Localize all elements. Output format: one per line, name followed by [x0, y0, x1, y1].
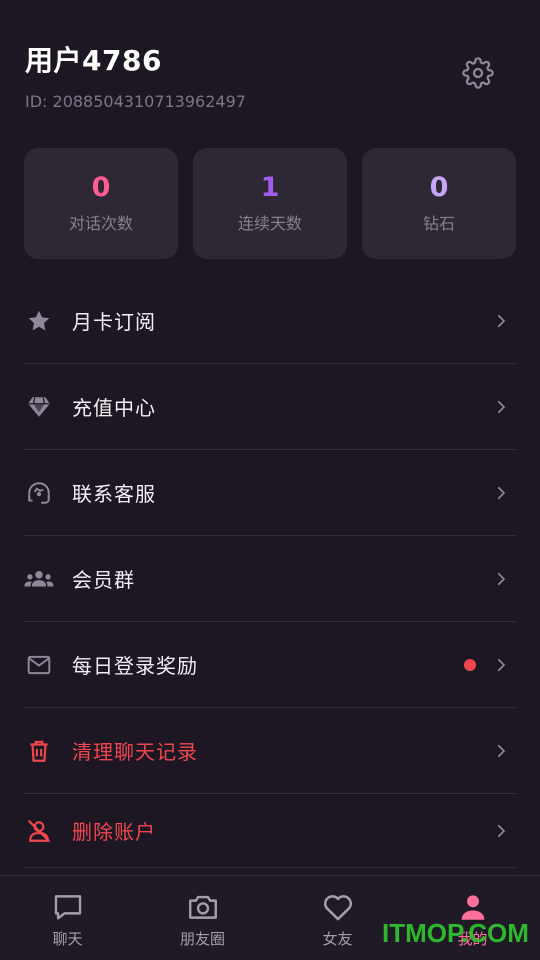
stat-value: 1 — [260, 172, 280, 203]
tab-chat[interactable]: 聊天 — [0, 876, 135, 960]
notification-dot — [464, 658, 476, 671]
menu-list: 月卡订阅 充值中心 联系客服 会员群 每日登录奖励 清理聊天记录 删除账户 — [24, 278, 516, 868]
chevron-right-icon — [497, 486, 506, 499]
settings-button[interactable] — [461, 56, 495, 90]
menu-item-member-group[interactable]: 会员群 — [24, 536, 516, 622]
chevron-right-icon — [497, 744, 506, 757]
chevron-right-icon — [497, 658, 506, 671]
camera-icon — [185, 889, 221, 925]
stat-value: 0 — [429, 172, 449, 203]
tab-moments[interactable]: 朋友圈 — [135, 876, 270, 960]
headset-icon — [24, 478, 54, 508]
chevron-right-icon — [497, 824, 506, 837]
user-id: ID: 2088504310713962497 — [25, 92, 246, 111]
menu-label: 月卡订阅 — [72, 310, 156, 334]
menu-label: 删除账户 — [72, 820, 156, 844]
menu-item-delete-account[interactable]: 删除账户 — [24, 794, 516, 868]
stat-card-chats: 0 对话次数 — [24, 148, 178, 259]
tab-label: 聊天 — [52, 930, 83, 948]
menu-label: 每日登录奖励 — [72, 654, 198, 678]
menu-item-clear-chat[interactable]: 清理聊天记录 — [24, 708, 516, 794]
stats-row: 0 对话次数 1 连续天数 0 钻石 — [24, 148, 516, 260]
chat-icon — [50, 889, 86, 925]
stat-card-diamonds: 0 钻石 — [362, 148, 516, 259]
stat-card-streak: 1 连续天数 — [193, 148, 347, 259]
stat-value: 0 — [91, 172, 111, 203]
chevron-right-icon — [497, 572, 506, 585]
menu-label: 充值中心 — [72, 396, 156, 420]
stat-label: 对话次数 — [68, 214, 133, 233]
user-delete-icon — [24, 816, 54, 846]
trash-icon — [24, 736, 54, 766]
stat-label: 连续天数 — [237, 214, 302, 233]
menu-label: 会员群 — [72, 568, 135, 592]
mail-icon — [24, 650, 54, 680]
chevron-right-icon — [497, 400, 506, 413]
diamond-icon — [24, 392, 54, 422]
tab-label: 朋友圈 — [179, 930, 225, 948]
menu-item-customer-service[interactable]: 联系客服 — [24, 450, 516, 536]
star-icon — [24, 306, 54, 336]
tab-label: 女友 — [322, 930, 353, 948]
chevron-right-icon — [497, 314, 506, 327]
gear-icon — [462, 57, 494, 89]
menu-label: 联系客服 — [72, 482, 156, 506]
menu-item-recharge[interactable]: 充值中心 — [24, 364, 516, 450]
username: 用户4786 — [25, 44, 162, 77]
watermark: ITMOP.COM — [382, 918, 529, 948]
menu-item-subscription[interactable]: 月卡订阅 — [24, 278, 516, 364]
menu-label: 清理聊天记录 — [72, 740, 198, 764]
group-icon — [24, 564, 54, 594]
stat-label: 钻石 — [422, 214, 455, 233]
heart-icon — [320, 889, 356, 925]
menu-item-daily-reward[interactable]: 每日登录奖励 — [24, 622, 516, 708]
profile-header: 用户4786 ID: 2088504310713962497 — [25, 42, 515, 122]
